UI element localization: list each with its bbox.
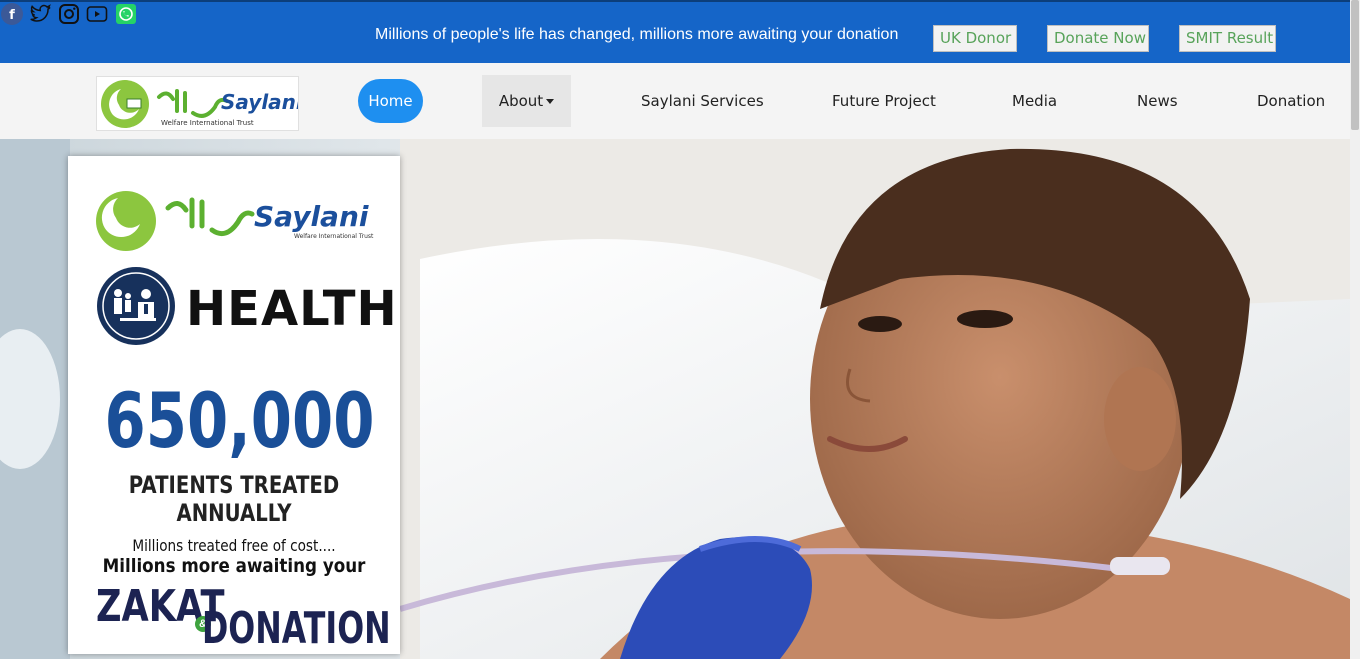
saylani-logo[interactable]: Saylani Welfare International Trust <box>96 76 299 131</box>
uk-donor-button[interactable]: UK Donor <box>933 25 1017 52</box>
donate-now-button[interactable]: Donate Now <box>1047 25 1149 52</box>
whatsapp-icon[interactable] <box>114 4 138 30</box>
nav-home[interactable]: Home <box>358 79 423 123</box>
nav-future-project[interactable]: Future Project <box>832 92 936 110</box>
card-tagline-2: Millions more awaiting your <box>102 555 366 577</box>
card-logo: Saylani Welfare International Trust <box>96 191 374 251</box>
smit-result-button[interactable]: SMIT Result <box>1179 25 1276 52</box>
svg-text:Welfare International Trust: Welfare International Trust <box>294 233 374 240</box>
nav-donation[interactable]: Donation <box>1257 92 1325 110</box>
scrollbar-thumb[interactable] <box>1351 0 1359 130</box>
card-category: HEALTH <box>186 281 398 337</box>
nav-saylani-services[interactable]: Saylani Services <box>641 92 764 110</box>
caret-down-icon <box>546 99 555 104</box>
hero-banner: Saylani Welfare International Trust HEAL… <box>0 139 1350 659</box>
nav-news[interactable]: News <box>1137 92 1178 110</box>
health-family-icon <box>97 267 175 345</box>
health-promo-card[interactable]: Saylani Welfare International Trust HEAL… <box>68 156 400 654</box>
nav-about-label: About <box>498 92 544 110</box>
svg-text:Saylani: Saylani <box>254 200 369 233</box>
youtube-icon[interactable] <box>85 6 113 30</box>
nav-media[interactable]: Media <box>1012 92 1057 110</box>
top-message: Millions of people's life has changed, m… <box>375 26 899 43</box>
main-navbar: Saylani Welfare International Trust Home… <box>0 63 1350 139</box>
facebook-icon[interactable]: f <box>0 3 28 30</box>
svg-text:Welfare International Trust: Welfare International Trust <box>161 119 254 127</box>
svg-text:Saylani: Saylani <box>221 90 299 114</box>
card-donation: DONATION <box>202 603 391 654</box>
instagram-icon[interactable] <box>57 4 85 30</box>
card-patients-number: 650,000 <box>104 376 375 465</box>
card-patients-caption: PATIENTS TREATED ANNUALLY <box>128 471 340 527</box>
twitter-icon[interactable] <box>28 4 56 30</box>
svg-text:f: f <box>9 8 15 23</box>
nav-about[interactable]: About <box>482 75 571 127</box>
top-bar: f Millions of people's life has changed,… <box>0 0 1350 63</box>
card-tagline-1: Millions treated free of cost.... <box>132 536 336 555</box>
